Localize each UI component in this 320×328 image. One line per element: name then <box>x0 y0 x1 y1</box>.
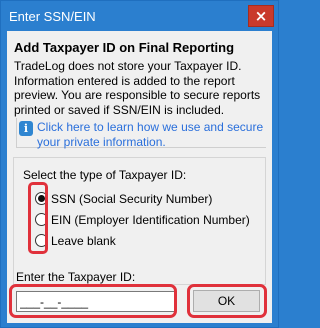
dialog-heading: Add Taxpayer ID on Final Reporting <box>14 40 235 55</box>
dialog-window: Enter SSN/EIN × Add Taxpayer ID on Final… <box>0 0 279 328</box>
privacy-help-link[interactable]: Click here to learn how we use and secur… <box>37 120 265 149</box>
radio-option-ein[interactable]: EIN (Employer Identification Number) <box>35 212 265 228</box>
close-button[interactable]: × <box>248 5 274 27</box>
taxpayer-type-label: Select the type of Taxpayer ID: <box>23 168 187 182</box>
title-bar[interactable]: Enter SSN/EIN × <box>1 1 278 31</box>
info-text: TradeLog does not store your Taxpayer ID… <box>14 59 261 117</box>
radio-ein-label[interactable]: EIN (Employer Identification Number) <box>51 213 250 227</box>
radio-option-blank[interactable]: Leave blank <box>35 233 155 249</box>
radio-blank-label[interactable]: Leave blank <box>51 234 116 248</box>
info-icon: i <box>19 121 33 136</box>
radio-option-ssn[interactable]: SSN (Social Security Number) <box>35 191 235 207</box>
radio-ssn-label[interactable]: SSN (Social Security Number) <box>51 192 212 206</box>
help-link-box: i Click here to learn how we use and sec… <box>16 118 266 149</box>
window-title: Enter SSN/EIN <box>9 9 96 24</box>
ok-highlight-annotation <box>187 284 267 318</box>
input-highlight-annotation <box>9 284 177 318</box>
radio-highlight-annotation <box>28 182 48 254</box>
dialog-body: Add Taxpayer ID on Final Reporting Trade… <box>7 31 272 323</box>
taxpayer-id-label: Enter the Taxpayer ID: <box>16 270 136 284</box>
